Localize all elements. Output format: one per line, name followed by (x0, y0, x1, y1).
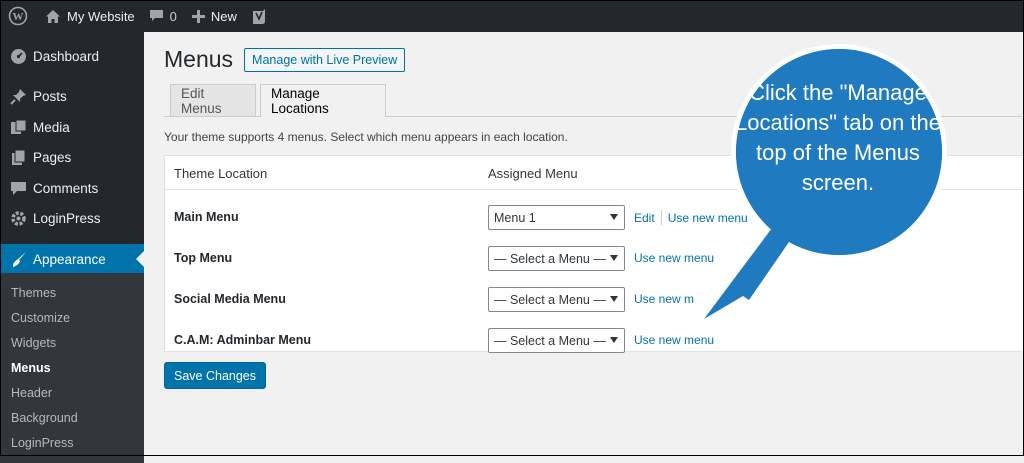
wordpress-logo-icon[interactable]: W (0, 0, 35, 32)
site-name: My Website (67, 8, 135, 24)
menu-select[interactable]: — Select a Menu — (488, 287, 625, 312)
site-name-link[interactable]: My Website (35, 0, 142, 32)
use-new-menu-link[interactable]: Use new menu (668, 211, 748, 225)
new-content-link[interactable]: New (184, 0, 244, 32)
home-icon (45, 9, 61, 24)
locations-description: Your theme supports 4 menus. Select whic… (164, 130, 568, 144)
sidebar-item-label: Comments (33, 180, 99, 196)
tab-manage-locations[interactable]: Manage Locations (260, 84, 386, 117)
new-label: New (210, 8, 237, 24)
sidebar-item-label: Pages (33, 150, 72, 166)
menu-select[interactable]: — Select a Menu — (488, 246, 625, 271)
separator (660, 210, 662, 225)
plus-icon (191, 9, 205, 23)
page-title: Menus (164, 46, 234, 72)
pages-icon (9, 149, 27, 167)
dropdown-arrow-icon (610, 255, 618, 261)
submenu-item-menus[interactable]: Menus (0, 355, 144, 380)
admin-bar: W My Website 0 New (0, 0, 1024, 32)
use-new-menu-link[interactable]: Use new menu (634, 333, 714, 347)
row-actions: Use new menu (634, 333, 714, 347)
live-preview-button[interactable]: Manage with Live Preview (244, 47, 406, 72)
selected-menu: — Select a Menu — (494, 292, 606, 307)
pin-icon (9, 88, 27, 106)
sidebar-item-label: Posts (33, 89, 67, 105)
callout-text: Click the "Manage Locations" tab on the … (735, 80, 941, 195)
submenu-item-loginpress[interactable]: LoginPress (0, 430, 144, 455)
row-actions: Use new m (634, 292, 694, 306)
dashboard-icon (9, 47, 27, 65)
gear-icon (9, 210, 27, 228)
location-name: Social Media Menu (174, 292, 286, 306)
comment-icon (9, 179, 27, 197)
sidebar-item-media[interactable]: Media (0, 112, 144, 143)
edit-link[interactable]: Edit (634, 211, 655, 225)
dropdown-arrow-icon (610, 296, 618, 302)
submenu-item-widgets[interactable]: Widgets (0, 330, 144, 355)
location-name: C.A.M: Adminbar Menu (174, 333, 312, 347)
submenu-item-background[interactable]: Background (0, 405, 144, 430)
use-new-menu-link[interactable]: Use new menu (634, 251, 714, 265)
appearance-submenu: Themes Customize Widgets Menus Header Ba… (0, 273, 144, 463)
submenu-item-themes[interactable]: Themes (0, 280, 144, 305)
menu-select[interactable]: Menu 1 (488, 205, 625, 230)
dropdown-arrow-icon (610, 337, 618, 343)
save-changes-button[interactable]: Save Changes (164, 362, 267, 389)
table-row: Main Menu Menu 1 Edit Use new menu (165, 197, 1024, 238)
menu-select[interactable]: — Select a Menu — (488, 328, 625, 353)
submenu-item-customize[interactable]: Customize (0, 305, 144, 330)
sidebar-item-pages[interactable]: Pages (0, 143, 144, 174)
admin-sidebar: Dashboard Posts Media Pages Comments Log… (0, 32, 144, 463)
selected-menu: — Select a Menu — (494, 333, 606, 348)
sidebar-item-comments[interactable]: Comments (0, 173, 144, 204)
svg-text:W: W (13, 11, 24, 23)
location-name: Main Menu (174, 210, 239, 224)
tab-edit-menus[interactable]: Edit Menus (170, 84, 256, 116)
location-name: Top Menu (174, 251, 233, 265)
sidebar-item-label: LoginPress (33, 211, 101, 227)
sidebar-item-label: Dashboard (33, 48, 100, 64)
submenu-item-header[interactable]: Header (0, 380, 144, 405)
media-icon (9, 118, 27, 136)
title-row: Menus Manage with Live Preview (164, 46, 406, 73)
sidebar-item-posts[interactable]: Posts (0, 82, 144, 113)
selected-menu: — Select a Menu — (494, 251, 606, 266)
sidebar-item-loginpress[interactable]: LoginPress (0, 204, 144, 235)
selected-menu: Menu 1 (494, 210, 536, 225)
comment-bubble-icon (149, 9, 164, 23)
comments-link[interactable]: 0 (142, 0, 184, 32)
dropdown-arrow-icon (610, 214, 618, 220)
row-actions: Edit Use new menu (634, 210, 748, 225)
use-new-menu-link[interactable]: Use new m (634, 292, 694, 306)
table-row: C.A.M: Adminbar Menu — Select a Menu — U… (165, 320, 1024, 361)
row-actions: Use new menu (634, 251, 714, 265)
yoast-icon[interactable] (244, 0, 273, 32)
sidebar-item-dashboard[interactable]: Dashboard (0, 41, 144, 72)
column-header-theme-location: Theme Location (174, 166, 268, 181)
table-row: Social Media Menu — Select a Menu — Use … (165, 279, 1024, 320)
table-row: Top Menu — Select a Menu — Use new menu (165, 238, 1024, 279)
comments-count: 0 (169, 8, 177, 24)
brush-icon (9, 250, 27, 268)
sidebar-item-label: Appearance (33, 251, 106, 267)
column-header-assigned-menu: Assigned Menu (488, 166, 578, 181)
sidebar-item-appearance[interactable]: Appearance (0, 244, 144, 275)
sidebar-item-label: Media (33, 119, 70, 135)
